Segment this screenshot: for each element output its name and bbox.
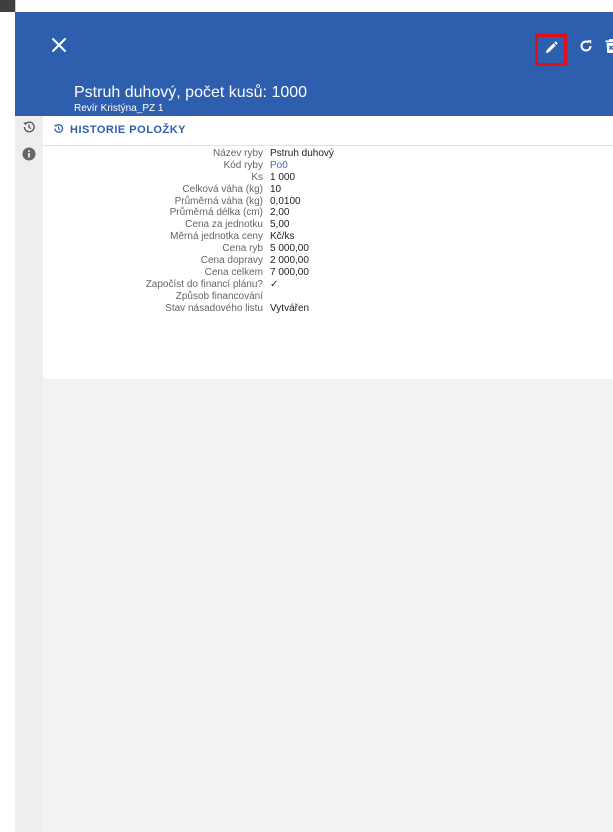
detail-label: Cena za jednotku — [185, 219, 263, 231]
detail-label: Celková váha (kg) — [182, 183, 263, 195]
detail-row: Způsob financování — [43, 291, 613, 303]
left-edge-strip-top — [0, 0, 15, 12]
close-button[interactable] — [47, 33, 71, 57]
detail-value: 1 000 — [270, 171, 296, 183]
detail-header: Pstruh duhový, počet kusů: 1000 Revír Kr… — [15, 12, 613, 116]
detail-row: Stav násadového listu Vytvářen — [43, 303, 613, 315]
detail-value: 2 000,00 — [270, 255, 309, 267]
trash-icon — [605, 38, 613, 58]
section-divider — [43, 145, 613, 146]
left-edge-strip — [0, 0, 16, 832]
detail-label: Průměrná váha (kg) — [174, 195, 263, 207]
detail-row: Průměrná váha (kg) 0,0100 — [43, 196, 613, 208]
detail-row: Započíst do financí plánu? ✓ — [43, 279, 613, 291]
section-title: HISTORIE POLOŽKY — [70, 124, 186, 136]
detail-value: 5 000,00 — [270, 243, 309, 255]
detail-label: Cena ryb — [222, 243, 263, 255]
detail-row: Celková váha (kg) 10 — [43, 184, 613, 196]
detail-label: Název ryby — [212, 148, 263, 159]
refresh-icon — [579, 39, 593, 58]
history-section-toggle[interactable]: HISTORIE POLOŽKY — [53, 121, 186, 139]
detail-value: 2,00 — [270, 207, 290, 219]
detail-value: Kč/ks — [270, 231, 295, 243]
page-subtitle: Revír Kristýna_PZ 1 — [74, 103, 164, 114]
history-rail-button[interactable] — [21, 120, 37, 139]
detail-row: Kód ryby Po0 — [43, 160, 613, 172]
detail-list: Název ryby Pstruh duhový Kód ryby Po0 Ks… — [43, 148, 613, 314]
close-icon — [52, 33, 66, 57]
detail-label: Způsob financování — [175, 290, 263, 302]
detail-row: Cena celkem 7 000,00 — [43, 267, 613, 279]
refresh-button[interactable] — [572, 34, 600, 62]
detail-row: Cena za jednotku 5,00 — [43, 219, 613, 231]
detail-row: Název ryby Pstruh duhový — [43, 148, 613, 160]
detail-label: Započíst do financí plánu? — [145, 278, 263, 290]
detail-label: Cena celkem — [204, 266, 263, 278]
detail-value: 10 — [270, 183, 282, 195]
detail-value: 7 000,00 — [270, 266, 309, 278]
detail-row: Cena dopravy 2 000,00 — [43, 255, 613, 267]
page-title: Pstruh duhový, počet kusů: 1000 — [74, 84, 308, 101]
detail-row: Průměrná délka (cm) 2,00 — [43, 207, 613, 219]
fish-code-link[interactable]: Po0 — [270, 160, 288, 172]
detail-label: Kód ryby — [223, 159, 263, 171]
detail-value: Vytvářen — [270, 302, 310, 314]
detail-value: Pstruh duhový — [270, 148, 334, 159]
edit-button[interactable] — [535, 34, 567, 66]
detail-value: 0,0100 — [270, 195, 301, 207]
detail-label: Cena dopravy — [200, 255, 263, 267]
history-icon — [22, 120, 36, 139]
info-icon — [22, 147, 36, 166]
detail-row: Cena ryb 5 000,00 — [43, 243, 613, 255]
detail-label: Měrná jednotka ceny — [170, 231, 263, 243]
pencil-icon — [544, 40, 558, 60]
side-icon-rail — [15, 116, 43, 832]
detail-label: Ks — [251, 171, 263, 183]
detail-row: Ks 1 000 — [43, 172, 613, 184]
history-icon — [53, 123, 64, 137]
info-rail-button[interactable] — [21, 147, 37, 166]
detail-card: HISTORIE POLOŽKY Název ryby Pstruh duhov… — [43, 116, 613, 379]
delete-button[interactable] — [597, 34, 613, 62]
detail-row: Měrná jednotka ceny Kč/ks — [43, 231, 613, 243]
checkmark-icon: ✓ — [270, 278, 279, 290]
detail-label: Stav násadového listu — [165, 302, 263, 314]
detail-value: 5,00 — [270, 219, 290, 231]
detail-label: Průměrná délka (cm) — [169, 207, 263, 219]
